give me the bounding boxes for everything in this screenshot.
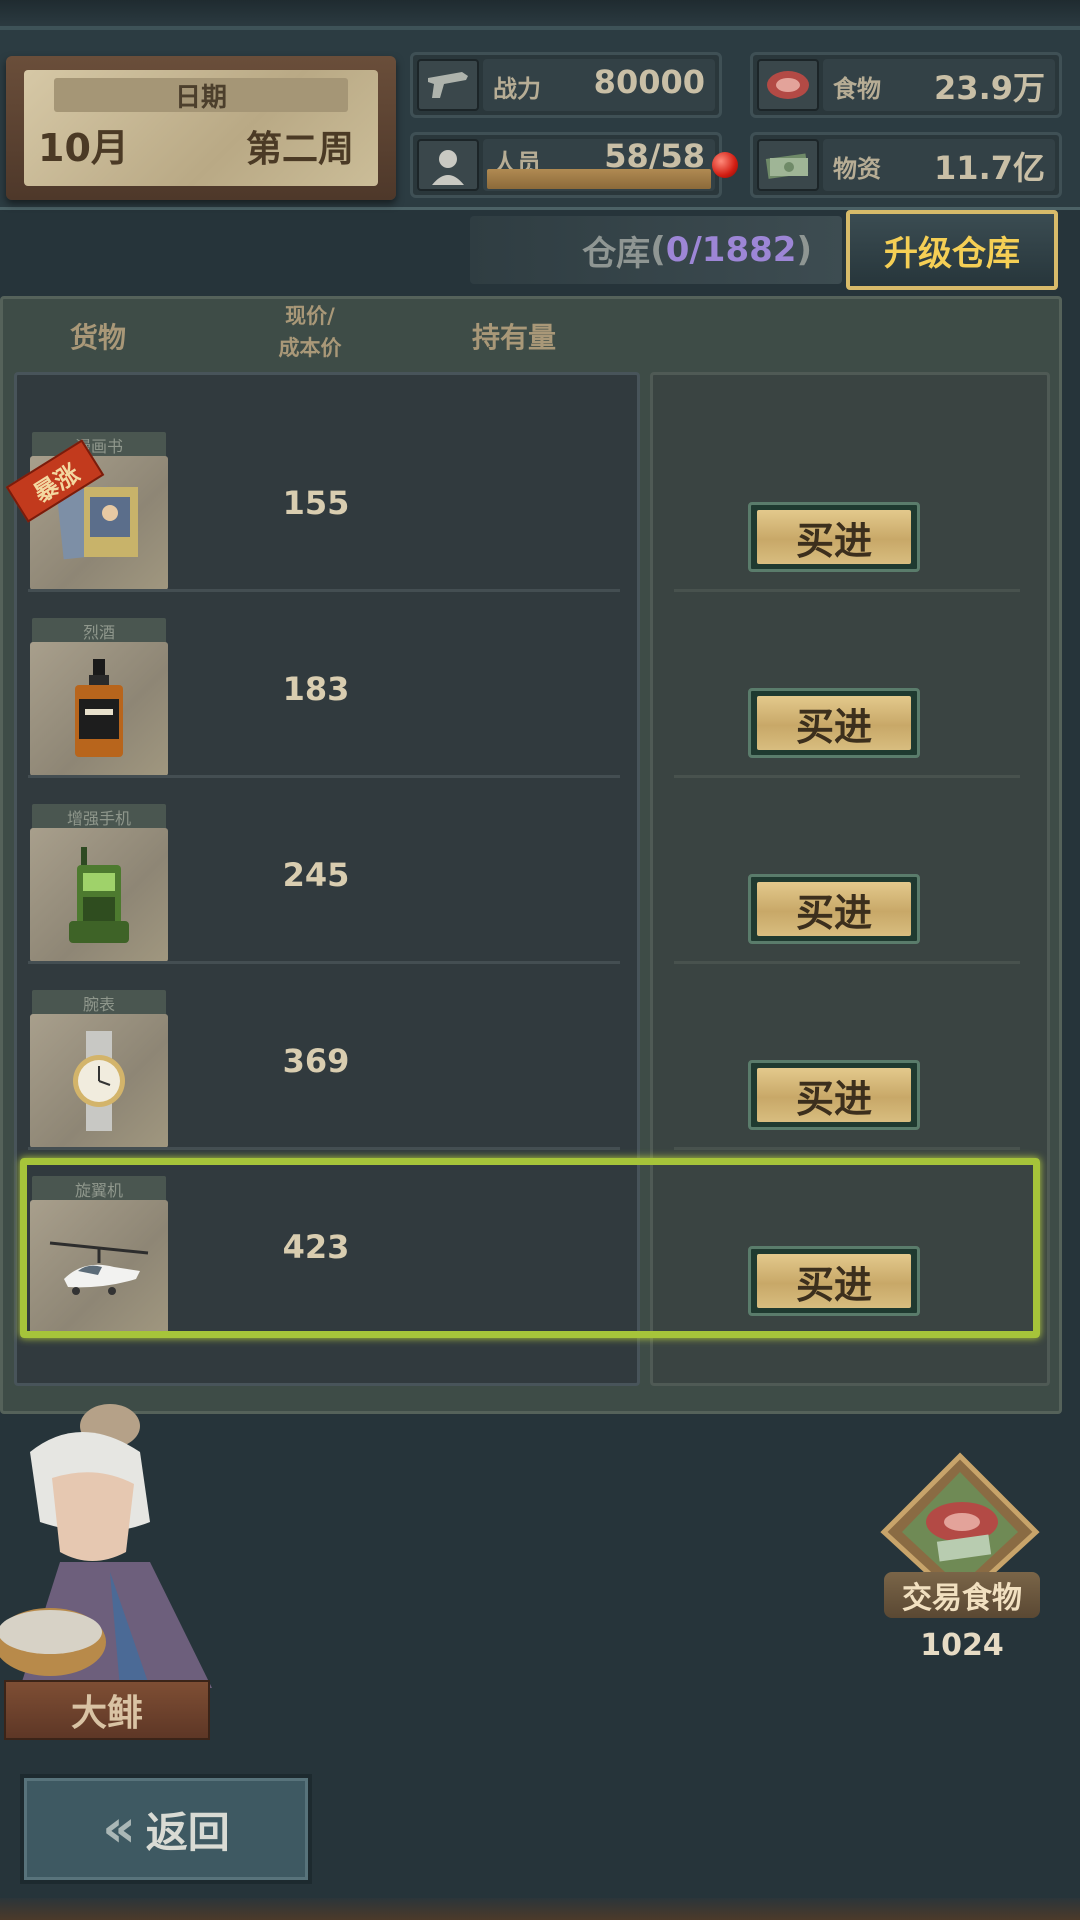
- list-item[interactable]: 腕表 369 买进: [14, 964, 1050, 1150]
- list-item[interactable]: 增强手机 245 买进: [14, 778, 1050, 964]
- buy-button-label: 买进: [757, 696, 911, 750]
- back-button[interactable]: « 返回: [20, 1774, 312, 1884]
- staff-stat[interactable]: 人员 58/58: [410, 132, 722, 198]
- header-price-line2: 成本价: [278, 336, 342, 360]
- date-week: 第二周: [245, 129, 354, 170]
- top-frame: [0, 0, 1080, 30]
- food-label: 食物: [833, 75, 881, 103]
- date-paper: 日期 10月 第二周: [24, 70, 378, 186]
- buy-button-label: 买进: [757, 1068, 911, 1122]
- item-price: 183: [282, 670, 350, 708]
- date-month: 10月: [38, 126, 129, 170]
- item-name: 漫画书: [32, 432, 166, 458]
- watch-icon: [30, 1014, 168, 1148]
- list-item[interactable]: 烈酒 183 买进: [14, 592, 1050, 778]
- bottom-frame: [0, 1898, 1080, 1920]
- date-board: 日期 10月 第二周: [6, 56, 396, 200]
- combat-stat[interactable]: 战力 80000: [410, 52, 722, 118]
- buy-button[interactable]: 买进: [748, 688, 920, 758]
- item-name: 烈酒: [32, 618, 166, 644]
- supplies-stat[interactable]: 物资 11.7亿: [750, 132, 1062, 198]
- trade-food-label[interactable]: 交易食物: [884, 1572, 1040, 1618]
- list-item[interactable]: 漫画书 暴涨 155 买进: [5, 406, 1050, 592]
- upgrade-warehouse-button[interactable]: 升级仓库: [846, 210, 1058, 290]
- warehouse-open-paren: (: [650, 230, 666, 270]
- liquor-bottle-icon: [30, 642, 168, 776]
- warehouse-capacity: 仓库 ( 0/1882 ): [470, 216, 842, 284]
- status-bar: 日期 10月 第二周 战力 80000 人员 58/58 食物 23.9万 物资…: [0, 30, 1080, 210]
- meat-icon: [757, 59, 819, 111]
- warehouse-label: 仓库: [582, 233, 651, 274]
- buy-button[interactable]: 买进: [748, 874, 920, 944]
- buy-button-label: 买进: [757, 882, 911, 936]
- combat-label: 战力: [493, 75, 541, 103]
- header-held: 持有量: [472, 321, 557, 354]
- radio-phone-icon: [30, 828, 168, 962]
- item-name: 腕表: [32, 990, 166, 1016]
- header-price-line1: 现价/: [285, 304, 335, 328]
- header-price: 现价/ 成本价: [270, 300, 350, 364]
- gun-icon: [417, 59, 479, 111]
- item-price: 155: [282, 484, 350, 522]
- merchant-portrait: [0, 1392, 212, 1688]
- money-icon: [757, 139, 819, 191]
- header-goods: 货物: [70, 321, 127, 354]
- item-price: 369: [282, 1042, 350, 1080]
- merchant-name: 大鲱: [4, 1680, 210, 1740]
- notification-dot: [712, 152, 738, 178]
- item-price: 245: [282, 856, 350, 894]
- buy-button[interactable]: 买进: [748, 1060, 920, 1130]
- selected-row-highlight: [20, 1158, 1040, 1338]
- supplies-label: 物资: [833, 155, 881, 183]
- item-name: 增强手机: [32, 804, 166, 830]
- person-icon: [417, 139, 479, 191]
- combat-value: 80000: [593, 63, 705, 101]
- supplies-value: 11.7亿: [934, 149, 1045, 187]
- back-button-label: 返回: [145, 1807, 230, 1857]
- food-value: 23.9万: [934, 69, 1045, 107]
- date-label: 日期: [54, 78, 348, 113]
- warehouse-count: 0/1882: [665, 230, 797, 270]
- staff-progress-bar: [487, 169, 711, 189]
- warehouse-close-paren: ): [796, 230, 812, 270]
- buy-button-label: 买进: [757, 510, 911, 564]
- trade-food-count: 1024: [920, 1628, 1004, 1663]
- food-stat[interactable]: 食物 23.9万: [750, 52, 1062, 118]
- back-arrow-icon: «: [102, 1799, 136, 1859]
- buy-button[interactable]: 买进: [748, 502, 920, 572]
